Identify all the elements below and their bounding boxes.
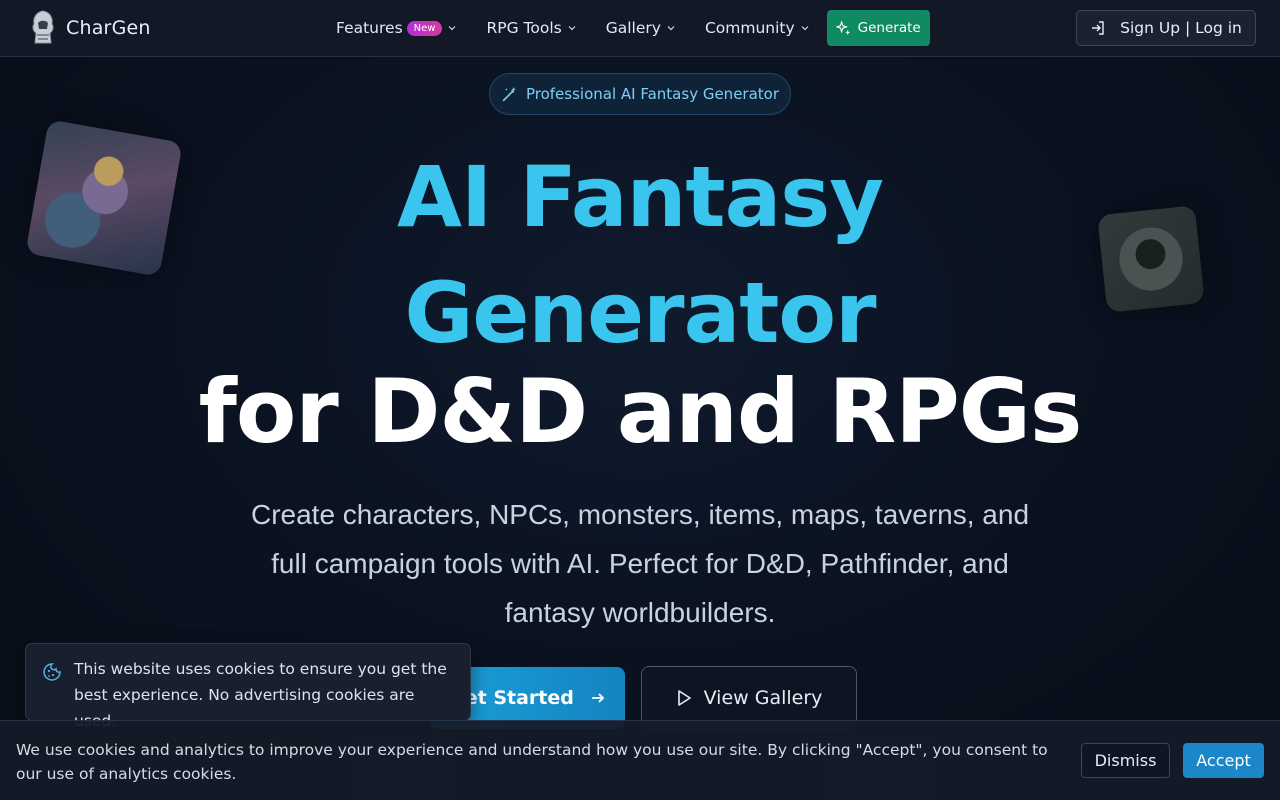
view-gallery-label: View Gallery — [703, 687, 823, 709]
chevron-down-icon — [568, 26, 576, 31]
brand[interactable]: CharGen — [28, 9, 151, 47]
chevron-down-icon — [667, 26, 675, 31]
nav-features[interactable]: Features New — [336, 19, 456, 37]
signup-login-button[interactable]: Sign Up | Log in — [1076, 10, 1256, 46]
main-menu: Features New RPG Tools Gallery Community… — [336, 10, 930, 46]
hero-title-line2: Generator — [404, 264, 876, 362]
cookie-icon — [43, 663, 61, 681]
brand-name: CharGen — [66, 17, 151, 39]
login-icon — [1092, 21, 1104, 35]
cookie-consent-bar: We use cookies and analytics to improve … — [0, 720, 1280, 800]
nav-gallery[interactable]: Gallery — [606, 19, 675, 37]
hero-tag-pill: Professional AI Fantasy Generator — [489, 73, 791, 115]
new-badge: New — [406, 20, 443, 36]
generate-label: Generate — [857, 20, 921, 36]
hero-title-line1: AI Fantasy — [396, 148, 884, 246]
magic-wand-icon — [502, 86, 516, 101]
dismiss-button[interactable]: Dismiss — [1081, 743, 1170, 778]
nav-gallery-label: Gallery — [605, 19, 661, 37]
cookie-toast: This website uses cookies to ensure you … — [25, 643, 471, 730]
play-icon — [677, 690, 691, 706]
hero-title-line3: for D&D and RPGs — [198, 360, 1083, 463]
hero-tag-label: Professional AI Fantasy Generator — [525, 85, 780, 103]
top-navbar: CharGen Features New RPG Tools Gallery C… — [0, 0, 1280, 57]
nav-community-label: Community — [704, 19, 795, 37]
nav-rpg-tools-label: RPG Tools — [486, 19, 562, 37]
chevron-down-icon — [801, 26, 809, 31]
generate-button[interactable]: Generate — [826, 10, 930, 46]
cookie-consent-text: We use cookies and analytics to improve … — [16, 741, 1048, 783]
nav-community[interactable]: Community — [705, 19, 809, 37]
chevron-down-icon — [449, 26, 456, 31]
cookie-toast-text: This website uses cookies to ensure you … — [74, 660, 447, 730]
sparkles-icon — [835, 20, 850, 35]
hero-subtitle: Create characters, NPCs, monsters, items… — [250, 499, 1030, 628]
signup-login-label: Sign Up | Log in — [1120, 19, 1242, 37]
knight-logo-icon — [32, 10, 54, 44]
nav-rpg-tools[interactable]: RPG Tools — [486, 19, 576, 37]
nav-features-label: Features — [336, 19, 403, 37]
accept-button[interactable]: Accept — [1183, 743, 1264, 778]
arrow-right-icon — [591, 693, 605, 703]
